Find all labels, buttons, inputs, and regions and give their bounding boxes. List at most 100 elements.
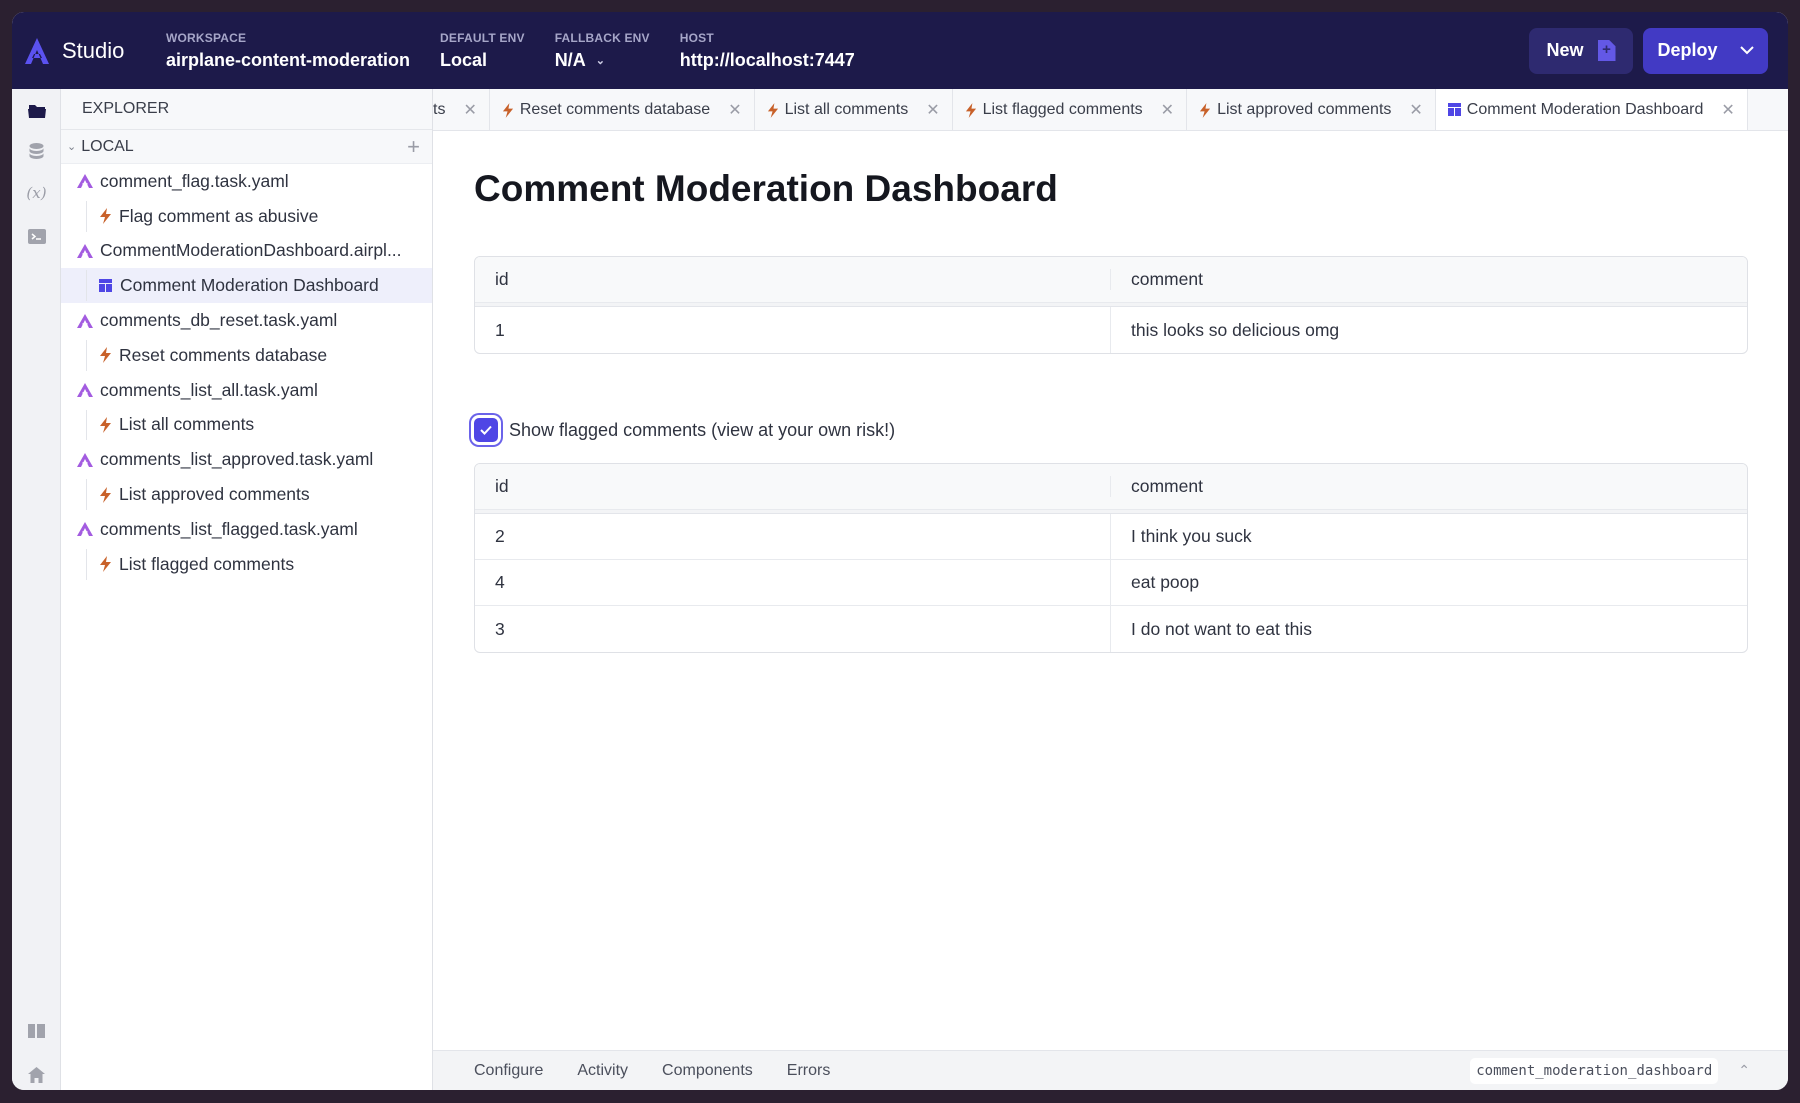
column-header[interactable]: comment (1111, 476, 1747, 497)
close-icon[interactable]: ✕ (1409, 100, 1422, 120)
chevron-down-icon (1739, 46, 1754, 55)
tree-entity-item[interactable]: List flagged comments (61, 547, 432, 582)
tree-entity-item[interactable]: List approved comments (61, 477, 432, 512)
activity-rail: (x) (12, 89, 61, 1090)
folder-icon[interactable] (12, 103, 61, 118)
database-icon[interactable] (12, 143, 61, 161)
editor-tab[interactable]: List approved comments ✕ (1187, 89, 1436, 130)
workspace-label: WORKSPACE (166, 30, 247, 45)
new-button[interactable]: New (1529, 27, 1633, 74)
bolt-icon (100, 486, 111, 503)
bolt-icon (965, 102, 976, 118)
bottom-tab-components[interactable]: Components (662, 1062, 753, 1080)
column-header[interactable]: id (475, 269, 1111, 290)
bottom-tab-activity[interactable]: Activity (577, 1062, 628, 1080)
tree-entity-item[interactable]: Comment Moderation Dashboard (61, 268, 432, 304)
close-icon[interactable]: ✕ (1721, 100, 1734, 120)
dashboard-icon (99, 279, 112, 293)
close-icon[interactable]: ✕ (463, 100, 476, 120)
terminal-icon[interactable] (12, 229, 61, 244)
tree-file-item[interactable]: comments_list_all.task.yaml (61, 373, 432, 408)
add-icon[interactable]: + (407, 134, 420, 160)
brand[interactable]: Studio (22, 36, 166, 66)
explorer-panel: EXPLORER ⌄ LOCAL + comment_flag.task.yam… (61, 89, 433, 1090)
column-header[interactable]: id (475, 476, 1111, 497)
deploy-button[interactable]: Deploy (1643, 27, 1768, 74)
fallback-env-label: FALLBACK ENV (554, 30, 650, 45)
editor-tab[interactable]: List flagged comments ✕ (953, 89, 1188, 130)
bolt-icon (100, 347, 111, 364)
editor-tab[interactable]: Comment Moderation Dashboard ✕ (1435, 89, 1748, 130)
tree-file-item[interactable]: comments_list_approved.task.yaml (61, 442, 432, 477)
editor-tab[interactable]: ts ✕ (433, 89, 490, 130)
tab-label: ts (433, 101, 446, 118)
airplane-file-icon (77, 313, 93, 328)
check-icon (480, 425, 492, 435)
column-header[interactable]: comment (1111, 269, 1747, 290)
tree-file-item[interactable]: comments_db_reset.task.yaml (61, 303, 432, 338)
cell-comment: eat poop (1131, 572, 1200, 592)
tree-item-label: List approved comments (119, 484, 310, 505)
approved-comments-table: Approved Comments idcomment1this looks s… (474, 256, 1748, 354)
table-row[interactable]: 4 eat poop (475, 560, 1747, 606)
fallback-env-value: N/A (554, 49, 586, 70)
tree-file-item[interactable]: comment_flag.task.yaml (61, 164, 432, 199)
dashboard-icon (1447, 103, 1461, 116)
tree-entity-item[interactable]: List all comments (61, 408, 432, 443)
view-slug[interactable]: comment_moderation_dashboard (1470, 1057, 1719, 1084)
tree-item-label: CommentModerationDashboard.airpl... (100, 240, 402, 261)
tree-item-label: comments_list_all.task.yaml (100, 379, 318, 400)
view-canvas: Comment Moderation Dashboard Approved Co… (433, 131, 1788, 1050)
table-row[interactable]: 1 this looks so delicious omg (475, 307, 1747, 353)
bottom-tab-configure[interactable]: Configure (474, 1062, 543, 1080)
tree-entity-item[interactable]: Reset comments database (61, 338, 432, 373)
bottom-tab-errors[interactable]: Errors (787, 1062, 831, 1080)
tree-item-label: List flagged comments (119, 553, 295, 574)
tab-label: List approved comments (1217, 101, 1392, 118)
local-section-header[interactable]: ⌄ LOCAL + (61, 130, 432, 164)
tree-file-item[interactable]: CommentModerationDashboard.airpl... (61, 234, 432, 269)
bolt-icon (100, 416, 111, 433)
top-header: Studio WORKSPACE airplane-content-modera… (12, 12, 1788, 89)
new-button-label: New (1546, 40, 1584, 60)
airplane-logo-icon (25, 37, 49, 64)
explorer-title: EXPLORER (61, 89, 432, 130)
tree-item-label: Reset comments database (119, 344, 328, 365)
host-label: HOST (679, 30, 714, 45)
cell-id: 4 (475, 560, 1111, 605)
tree-item-label: Flag comment as abusive (119, 205, 319, 226)
show-flagged-checkbox[interactable] (471, 415, 501, 445)
tab-label: List flagged comments (982, 101, 1143, 118)
deploy-button-label: Deploy (1657, 40, 1718, 60)
home-icon[interactable] (12, 1067, 61, 1083)
variable-icon[interactable]: (x) (12, 184, 61, 202)
bolt-icon (502, 102, 513, 118)
tree-item-label: comments_db_reset.task.yaml (100, 310, 338, 331)
table-row[interactable]: 3 I do not want to eat this (475, 606, 1747, 652)
close-icon[interactable]: ✕ (926, 100, 939, 120)
fallback-env-select[interactable]: FALLBACK ENV N/A ⌄ (555, 31, 650, 71)
default-env-label: DEFAULT ENV (440, 30, 525, 45)
close-icon[interactable]: ✕ (1161, 100, 1174, 120)
airplane-file-icon (77, 383, 93, 398)
airplane-file-icon (77, 243, 93, 258)
airplane-file-icon (77, 522, 93, 537)
table-header-row: id comment (475, 464, 1747, 510)
bottom-bar: Configure Activity Components Errors comment… (433, 1050, 1788, 1090)
close-icon[interactable]: ✕ (728, 100, 741, 120)
section-label: LOCAL (81, 137, 134, 155)
editor-tab[interactable]: Reset comments database ✕ (490, 89, 755, 130)
workspace-selector[interactable]: WORKSPACE airplane-content-moderation (166, 31, 410, 71)
show-flagged-toggle[interactable]: Show flagged comments (view at your own … (471, 415, 895, 445)
editor-tab[interactable]: List all comments ✕ (755, 89, 953, 130)
chevron-up-icon[interactable]: ⌃ (1738, 1062, 1750, 1079)
airplane-file-icon (77, 174, 93, 189)
bolt-icon (100, 208, 111, 225)
tree-item-label: List all comments (119, 414, 255, 435)
table-row[interactable]: 2 I think you suck (475, 514, 1747, 560)
tree-entity-item[interactable]: Flag comment as abusive (61, 199, 432, 234)
cell-id: 3 (475, 606, 1111, 652)
host-value: http://localhost:7447 (679, 49, 855, 70)
tree-file-item[interactable]: comments_list_flagged.task.yaml (61, 512, 432, 547)
book-icon[interactable] (12, 1023, 61, 1038)
